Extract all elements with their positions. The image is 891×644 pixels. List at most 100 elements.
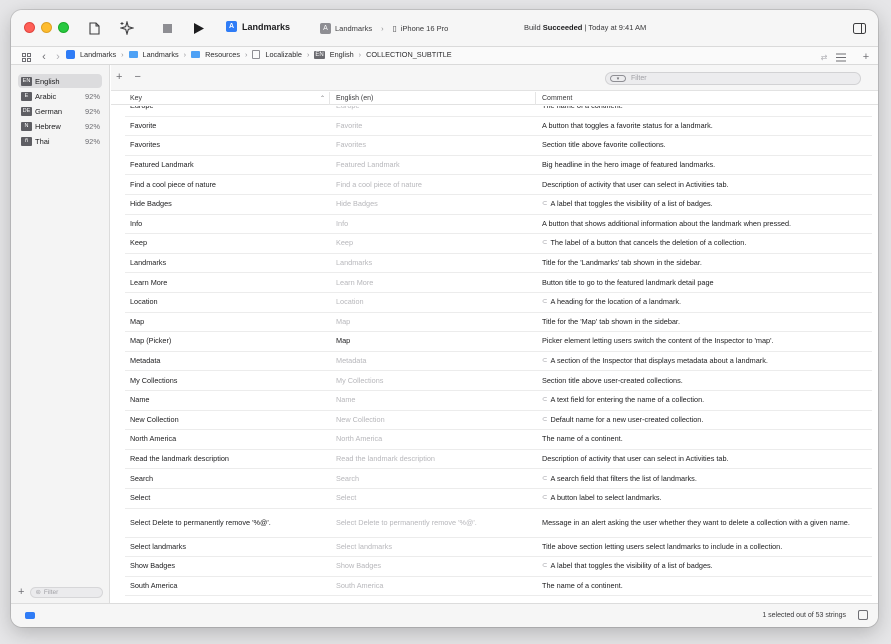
string-comment[interactable]: A button that shows additional informati… (542, 215, 870, 234)
table-row[interactable]: Hide Badges Hide Badges ⊂ A label that togg… (125, 195, 872, 215)
table-row[interactable]: Select Delete to permanently remove '%@'… (125, 509, 872, 538)
table-row[interactable]: Select landmarks Select landmarks Title ab… (125, 538, 872, 558)
english-value[interactable]: Select (336, 489, 536, 508)
english-value[interactable]: My Collections (336, 371, 536, 390)
breadcrumb-file[interactable]: Localizable (265, 50, 302, 59)
inspector-toggle-icon[interactable] (851, 20, 867, 36)
english-value[interactable]: Location (336, 293, 536, 312)
table-row[interactable]: Keep Keep ⊂ The label of a button that canc… (125, 234, 872, 254)
english-value[interactable]: Favorites (336, 136, 536, 155)
string-filter-input[interactable]: ▾ Filter (605, 72, 861, 85)
english-value[interactable]: Keep (336, 234, 536, 253)
language-item-german[interactable]: DE German 92% (18, 104, 102, 118)
filter-options-icon[interactable]: ▾ (610, 75, 626, 82)
language-item-thai[interactable]: ñ Thai 92% (18, 134, 102, 148)
editor-options-icon[interactable] (833, 49, 849, 65)
language-item-english[interactable]: EN English (18, 74, 102, 88)
string-comment[interactable]: ⊂ A button label to select landmarks. (542, 489, 870, 508)
string-comment[interactable]: ⊂ A section of the Inspector that display… (542, 352, 870, 371)
add-language-icon[interactable]: + (18, 586, 24, 598)
english-value[interactable]: Select Delete to permanently remove '%@'… (336, 509, 536, 537)
scheme-target[interactable]: Landmarks (335, 24, 372, 33)
table-row[interactable]: Map Map Title for the 'Map' tab shown in t… (125, 313, 872, 333)
string-comment[interactable]: Section title above user-created collect… (542, 371, 870, 390)
table-row[interactable]: My Collections My Collections Section titl… (125, 371, 872, 391)
english-value[interactable]: Favorite (336, 117, 536, 136)
table-row[interactable]: Location Location ⊂ A heading for the locat… (125, 293, 872, 313)
zoom-button[interactable] (58, 22, 69, 33)
column-header-comment[interactable]: Comment (542, 92, 872, 105)
breadcrumb-resources[interactable]: Resources (205, 50, 240, 59)
table-row[interactable]: Name Name ⊂ A text field for entering the n… (125, 391, 872, 411)
table-row[interactable]: Favorites Favorites Section title above fa… (125, 136, 872, 156)
string-comment[interactable]: Title for the 'Landmarks' tab shown in t… (542, 254, 870, 273)
remove-string-icon[interactable]: − (134, 71, 140, 83)
english-value[interactable]: Learn More (336, 273, 536, 292)
table-row[interactable]: North America North America The name of a … (125, 430, 872, 450)
panel-toggle-icon[interactable] (858, 610, 868, 620)
english-value[interactable]: Europe (336, 106, 536, 116)
table-row[interactable]: Select Select ⊂ A button label to select la… (125, 489, 872, 509)
english-value[interactable]: New Collection (336, 411, 536, 430)
english-value[interactable]: Search (336, 469, 536, 488)
table-row[interactable]: Search Search ⊂ A search field that filters… (125, 469, 872, 489)
table-row[interactable]: New Collection New Collection ⊂ Default nam… (125, 411, 872, 431)
string-comment[interactable]: A button that toggles a favorite status … (542, 117, 870, 136)
close-button[interactable] (24, 22, 35, 33)
forward-icon[interactable]: › (50, 49, 66, 65)
english-value[interactable]: Landmarks (336, 254, 536, 273)
language-item-arabic[interactable]: E Arabic 92% (18, 89, 102, 103)
string-comment[interactable]: Title above section letting users select… (542, 538, 870, 557)
string-comment[interactable]: ⊂ A label that toggles the visibility of … (542, 557, 870, 576)
string-comment[interactable]: The name of a continent. (542, 577, 870, 596)
breadcrumb-language[interactable]: English (330, 50, 354, 59)
sparkle-icon[interactable] (119, 20, 135, 36)
table-row[interactable]: Featured Landmark Featured Landmark Big he… (125, 156, 872, 176)
string-comment[interactable]: Message in an alert asking the user whet… (542, 509, 870, 537)
navigator-toggle-icon[interactable] (86, 20, 102, 36)
string-comment[interactable]: ⊂ The label of a button that cancels the … (542, 234, 870, 253)
add-editor-icon[interactable]: + (858, 49, 874, 65)
string-comment[interactable]: Description of activity that user can se… (542, 450, 870, 469)
minimize-button[interactable] (41, 22, 52, 33)
english-value[interactable]: Hide Badges (336, 195, 536, 214)
table-row[interactable]: Map (Picker) Map Picker element letting us… (125, 332, 872, 352)
table-row[interactable]: Find a cool piece of nature Find a cool p… (125, 175, 872, 195)
string-comment[interactable]: ⊂ A text field for entering the name of a… (542, 391, 870, 410)
english-value[interactable]: South America (336, 577, 536, 596)
english-value[interactable]: Read the landmark description (336, 450, 536, 469)
breadcrumb-group[interactable]: Landmarks (143, 50, 179, 59)
sidebar-filter-input[interactable]: ⊜ Filter (30, 586, 104, 598)
english-value[interactable]: Metadata (336, 352, 536, 371)
string-comment[interactable]: Title for the 'Map' tab shown in the sid… (542, 313, 870, 332)
breadcrumb-key[interactable]: COLLECTION_SUBTITLE (366, 50, 452, 59)
english-value[interactable]: North America (336, 430, 536, 449)
string-comment[interactable]: ⊂ A search field that filters the list of… (542, 469, 870, 488)
table-row[interactable]: Favorite Favorite A button that toggles a … (125, 117, 872, 137)
table-row[interactable]: Europe Europe The name of a continent. (125, 106, 872, 117)
grid-icon[interactable] (18, 49, 34, 65)
string-comment[interactable]: ⊂ A heading for the location of a landmar… (542, 293, 870, 312)
table-row[interactable]: Show Badges Show Badges ⊂ A label that togg… (125, 557, 872, 577)
table-row[interactable]: South America South America The name of a … (125, 577, 872, 597)
string-comment[interactable]: Button title to go to the featured landm… (542, 273, 870, 292)
string-comment[interactable]: Big headline in the hero image of featur… (542, 156, 870, 175)
english-value[interactable]: Name (336, 391, 536, 410)
string-comment[interactable]: Picker element letting users switch the … (542, 332, 870, 351)
add-string-icon[interactable]: + (116, 71, 122, 83)
run-destination[interactable]: iPhone 16 Pro (401, 24, 449, 33)
table-row[interactable]: Landmarks Landmarks Title for the 'Landmar… (125, 254, 872, 274)
stop-icon[interactable] (159, 20, 175, 36)
column-header-key[interactable]: Key ⌃ (130, 92, 330, 105)
english-value[interactable]: Map (336, 332, 536, 351)
english-value[interactable]: Map (336, 313, 536, 332)
string-comment[interactable]: ⊂ A label that toggles the visibility of … (542, 195, 870, 214)
table-row[interactable]: Metadata Metadata ⊂ A section of the Inspec… (125, 352, 872, 372)
english-value[interactable]: Select landmarks (336, 538, 536, 557)
breadcrumb-project[interactable]: Landmarks (80, 50, 116, 59)
english-value[interactable]: Info (336, 215, 536, 234)
table-row[interactable]: Learn More Learn More Button title to go t… (125, 273, 872, 293)
table-row[interactable]: Read the landmark description Read the la… (125, 450, 872, 470)
string-comment[interactable]: ⊂ Default name for a new user-created col… (542, 411, 870, 430)
string-comment[interactable]: The name of a continent. (542, 106, 870, 116)
